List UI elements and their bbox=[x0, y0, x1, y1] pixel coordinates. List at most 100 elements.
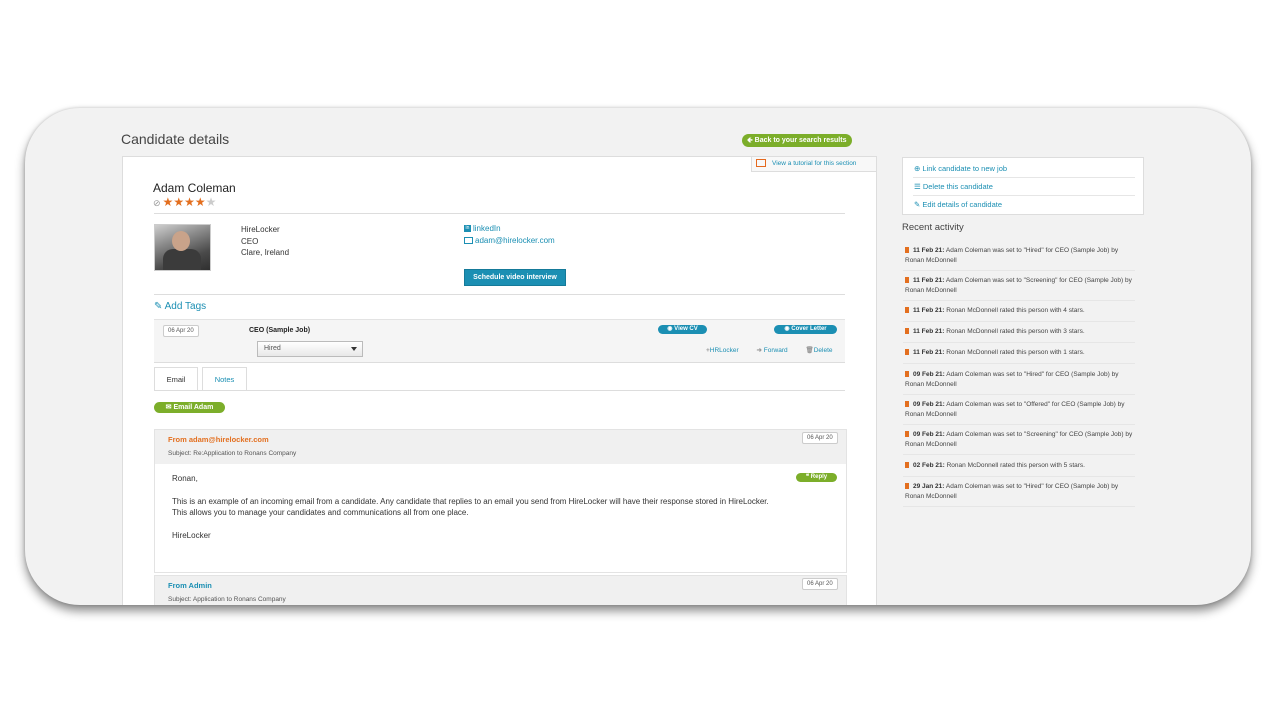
status-value: Hired bbox=[264, 345, 281, 352]
clear-rating-icon[interactable]: ⊘ bbox=[153, 198, 161, 208]
cover-letter-button[interactable]: ◉ Cover Letter bbox=[774, 325, 837, 334]
schedule-video-interview-button[interactable]: Schedule video interview bbox=[464, 269, 566, 286]
forward-label: Forward bbox=[763, 347, 788, 354]
activity-text: Ronan McDonnell rated this person with 3… bbox=[946, 328, 1085, 335]
divider bbox=[903, 506, 1135, 507]
message-paragraph: This allows you to manage your candidate… bbox=[172, 508, 469, 517]
divider bbox=[903, 300, 1135, 301]
email-button-label: Email Adam bbox=[173, 404, 214, 411]
divider bbox=[903, 454, 1135, 455]
status-select[interactable]: Hired bbox=[257, 341, 363, 357]
delete-link[interactable]: 🗑Delete bbox=[805, 347, 840, 354]
divider bbox=[154, 362, 845, 363]
bookmark-icon bbox=[905, 462, 909, 469]
divider bbox=[903, 394, 1135, 395]
tutorial-label: View a tutorial for this section bbox=[772, 160, 857, 167]
activity-date: 11 Feb 21: bbox=[913, 328, 945, 335]
chevron-down-icon bbox=[351, 347, 357, 351]
divider bbox=[903, 321, 1135, 322]
bookmark-icon bbox=[905, 431, 909, 438]
application-actions: +HRLocker ➜ Forward 🗑Delete bbox=[706, 346, 849, 354]
forward-link[interactable]: ➜ Forward bbox=[757, 347, 796, 354]
photo-head bbox=[172, 231, 190, 251]
divider bbox=[903, 363, 1135, 364]
linkedin-icon: in bbox=[464, 225, 471, 233]
message-body: ❝ Reply Ronan, This is an example of an … bbox=[154, 464, 847, 573]
trash-icon: 🗑 bbox=[805, 347, 814, 354]
message-text: Ronan, This is an example of an incoming… bbox=[172, 473, 827, 541]
message-from: From adam@hirelocker.com bbox=[168, 435, 269, 444]
linkedin-label: linkedIn bbox=[473, 224, 501, 233]
eye-icon: ◉ bbox=[784, 326, 790, 332]
activity-item: 11 Feb 21: Ronan McDonnell rated this pe… bbox=[903, 327, 1139, 337]
divider bbox=[903, 476, 1135, 477]
candidate-company: HireLocker bbox=[241, 225, 280, 234]
activity-item: 09 Feb 21: Adam Coleman was set to "Scre… bbox=[903, 430, 1139, 449]
view-cv-button[interactable]: ◉ View CV bbox=[658, 325, 707, 334]
job-title[interactable]: CEO (Sample Job) bbox=[249, 327, 310, 334]
candidate-location: Clare, Ireland bbox=[241, 248, 290, 257]
delete-candidate-link[interactable]: ☰ Delete this candidate bbox=[914, 182, 993, 191]
envelope-icon bbox=[464, 236, 473, 244]
activity-date: 11 Feb 21: bbox=[913, 349, 945, 356]
message-header: From adam@hirelocker.com 06 Apr 20 Subje… bbox=[154, 429, 847, 465]
delete-candidate-label: Delete this candidate bbox=[922, 182, 993, 191]
photo-shoulders bbox=[163, 249, 201, 270]
linkedin-link[interactable]: in linkedIn bbox=[464, 223, 555, 235]
candidate-info: HireLocker CEO Clare, Ireland bbox=[241, 224, 289, 259]
star-icon[interactable]: ★ bbox=[184, 195, 195, 209]
star-icon[interactable]: ★ bbox=[195, 195, 206, 209]
application-row: 06 Apr 20 CEO (Sample Job) Hired ◉ View … bbox=[154, 319, 845, 362]
activity-item: 09 Feb 21: Adam Coleman was set to "Offe… bbox=[903, 400, 1139, 419]
bookmark-icon bbox=[905, 483, 909, 490]
email-link[interactable]: adam@hirelocker.com bbox=[464, 235, 555, 247]
add-tags-link[interactable]: ✎ Add Tags bbox=[154, 301, 206, 312]
envelope-icon: ✉ bbox=[165, 404, 172, 411]
activity-date: 11 Feb 21: bbox=[913, 247, 945, 254]
star-icon[interactable]: ★ bbox=[163, 195, 174, 209]
activity-date: 11 Feb 21: bbox=[913, 307, 945, 314]
link-to-new-job-link[interactable]: ⊕ Link candidate to new job bbox=[914, 164, 1007, 173]
divider bbox=[903, 424, 1135, 425]
back-button-label: Back to your search results bbox=[754, 137, 847, 144]
candidate-actions-panel: ⊕ Link candidate to new job ☰ Delete thi… bbox=[902, 157, 1144, 215]
star-rating[interactable]: ⊘ ★★★★★ bbox=[153, 196, 216, 209]
screenshot-frame: Candidate details 🡸 Back to your search … bbox=[25, 108, 1251, 605]
activity-date: 02 Feb 21: bbox=[913, 462, 945, 469]
arrow-left-icon: 🡸 bbox=[747, 137, 753, 144]
message-date: 06 Apr 20 bbox=[802, 432, 838, 444]
activity-item: 29 Jan 21: Adam Coleman was set to "Hire… bbox=[903, 482, 1139, 501]
tab-notes[interactable]: Notes bbox=[202, 367, 247, 390]
bookmark-icon bbox=[905, 277, 909, 284]
bookmark-icon bbox=[905, 349, 909, 356]
bookmark-icon bbox=[905, 307, 909, 314]
candidate-role: CEO bbox=[241, 236, 259, 246]
divider bbox=[903, 270, 1135, 271]
candidate-photo bbox=[154, 224, 211, 271]
message-header: From Admin 06 Apr 20 Subject: Applicatio… bbox=[154, 575, 847, 605]
tab-email[interactable]: Email bbox=[154, 367, 198, 390]
activity-item: 02 Feb 21: Ronan McDonnell rated this pe… bbox=[903, 461, 1139, 471]
trash-icon: ☰ bbox=[914, 182, 921, 191]
star-icon[interactable]: ★ bbox=[173, 195, 184, 209]
email-candidate-button[interactable]: ✉ Email Adam bbox=[154, 402, 225, 413]
activity-date: 09 Feb 21: bbox=[913, 371, 945, 378]
back-to-search-button[interactable]: 🡸 Back to your search results bbox=[742, 134, 853, 147]
message-paragraph: This is an example of an incoming email … bbox=[172, 496, 769, 506]
tutorial-link[interactable]: View a tutorial for this section bbox=[751, 157, 876, 172]
activity-text: Ronan McDonnell rated this person with 4… bbox=[946, 307, 1085, 314]
activity-date: 09 Feb 21: bbox=[913, 401, 945, 408]
activity-item: 09 Feb 21: Adam Coleman was set to "Hire… bbox=[903, 370, 1139, 389]
candidate-card: View a tutorial for this section Adam Co… bbox=[122, 156, 877, 605]
star-icon[interactable]: ★ bbox=[206, 195, 217, 209]
divider bbox=[913, 177, 1135, 178]
activity-date: 11 Feb 21: bbox=[913, 277, 945, 284]
candidate-name: Adam Coleman bbox=[153, 181, 236, 195]
message-subject: Subject: Re:Application to Ronans Compan… bbox=[168, 450, 297, 457]
edit-candidate-link[interactable]: ✎ Edit details of candidate bbox=[914, 200, 1002, 209]
hrlocker-link[interactable]: +HRLocker bbox=[706, 347, 747, 354]
plus-circle-icon: ⊕ bbox=[914, 164, 921, 173]
add-tags-label: Add Tags bbox=[164, 301, 207, 312]
pencil-icon: ✎ bbox=[914, 200, 921, 209]
message-greeting: Ronan, bbox=[172, 474, 198, 483]
